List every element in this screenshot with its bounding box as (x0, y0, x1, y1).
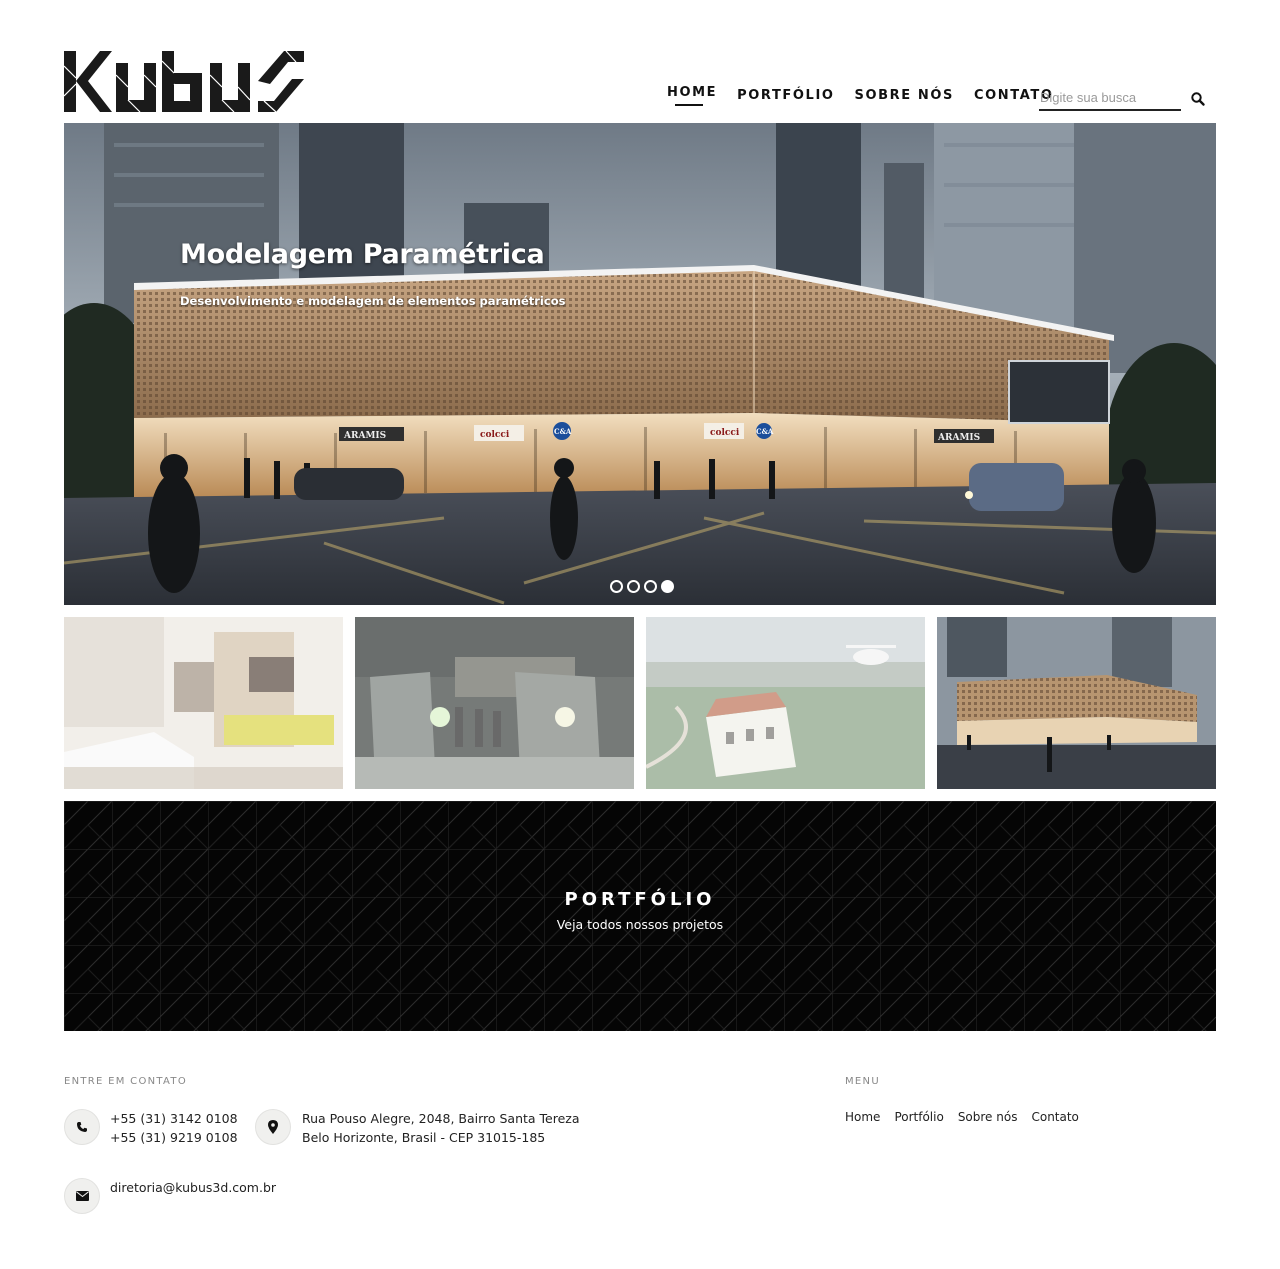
slider-dot-4[interactable] (661, 580, 674, 593)
portfolio-title: PORTFÓLIO (564, 889, 716, 910)
nav-home[interactable]: HOME (667, 85, 717, 106)
sign-aramis: ARAMIS (343, 431, 386, 441)
phone-numbers: +55 (31) 3142 0108 +55 (31) 9219 0108 (110, 1109, 238, 1147)
portfolio-banner[interactable]: PORTFÓLIO Veja todos nossos projetos (64, 801, 1216, 1031)
menu-heading: MENU (845, 1076, 880, 1087)
phone-1[interactable]: +55 (31) 3142 0108 (110, 1109, 238, 1128)
search-box (1039, 86, 1181, 111)
thumb-overlay (355, 617, 634, 789)
slider-dot-1[interactable] (610, 580, 623, 593)
thumb-parametric-facade[interactable] (937, 617, 1216, 789)
address-line-1: Rua Pouso Alegre, 2048, Bairro Santa Ter… (302, 1111, 580, 1126)
thumb-overlay (646, 617, 925, 789)
footer-menu: Home Portfólio Sobre nós Contato (845, 1110, 1079, 1124)
nav-sobre-nos[interactable]: SOBRE NÓS (855, 88, 954, 109)
slider-dot-3[interactable] (644, 580, 657, 593)
triangle-pattern (64, 801, 1216, 1031)
search-icon[interactable] (1190, 91, 1206, 107)
thumb-parametric-facade-image (937, 617, 1216, 789)
phone-2[interactable]: +55 (31) 9219 0108 (110, 1128, 238, 1147)
hero-title: Modelagem Paramétrica (180, 239, 545, 270)
email-link[interactable]: diretoria@kubus3d.com.br (110, 1178, 276, 1197)
sign-aramis-2: ARAMIS (937, 433, 980, 443)
nav-portfolio[interactable]: PORTFÓLIO (737, 88, 834, 109)
footer-link-portfolio[interactable]: Portfólio (894, 1110, 943, 1124)
contact-heading: ENTRE EM CONTATO (64, 1076, 187, 1087)
address-line-2: Belo Horizonte, Brasil - CEP 31015-185 (302, 1130, 546, 1145)
footer-link-home[interactable]: Home (845, 1110, 880, 1124)
sign-colcci-2: colcci (710, 428, 740, 438)
slider-dots (610, 580, 674, 593)
address: Rua Pouso Alegre, 2048, Bairro Santa Ter… (302, 1109, 580, 1147)
sign-colcci: colcci (480, 430, 510, 440)
hero-subtitle: Desenvolvimento e modelagem de elementos… (180, 294, 566, 308)
thumb-interior[interactable] (64, 617, 343, 789)
search-input[interactable] (1039, 86, 1174, 108)
main-nav: HOME PORTFÓLIO SOBRE NÓS CONTATO (667, 85, 1074, 109)
thumb-drone-aerial[interactable] (646, 617, 925, 789)
portfolio-subtitle: Veja todos nossos projetos (556, 917, 724, 932)
kubus-logo[interactable] (64, 51, 304, 112)
thumb-night-plaza[interactable] (355, 617, 634, 789)
hero-image: ARAMIS colcci C&A colcci C&A ARAMIS (64, 123, 1216, 605)
thumb-overlay (64, 617, 343, 789)
envelope-icon (64, 1178, 100, 1214)
sign-ca: C&A (554, 427, 572, 436)
footer-link-sobre-nos[interactable]: Sobre nós (958, 1110, 1018, 1124)
slider-dot-2[interactable] (627, 580, 640, 593)
phone-icon (64, 1109, 100, 1145)
map-pin-icon (255, 1109, 291, 1145)
hero-slider[interactable]: ARAMIS colcci C&A colcci C&A ARAMIS Mode… (64, 123, 1216, 605)
footer-link-contato[interactable]: Contato (1031, 1110, 1078, 1124)
sign-ca-2: C&A (756, 427, 774, 436)
